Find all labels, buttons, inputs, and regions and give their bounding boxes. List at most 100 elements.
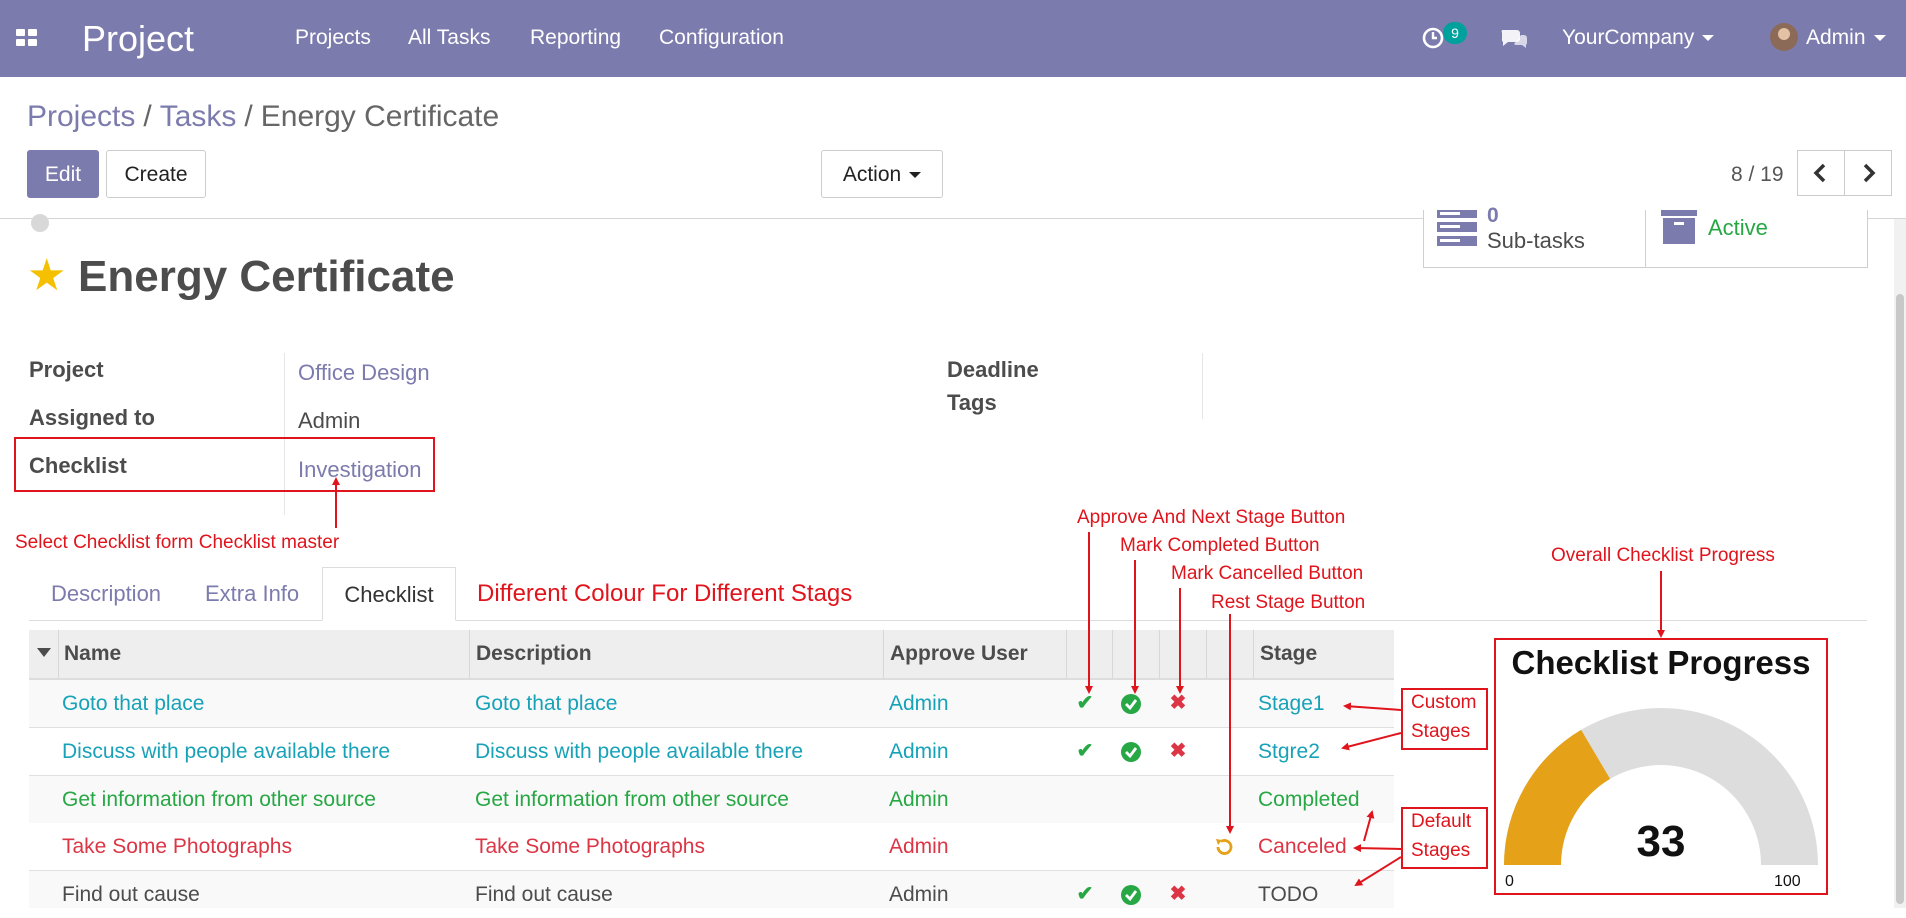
- user-menu[interactable]: Admin: [1806, 26, 1886, 50]
- row-name[interactable]: Get information from other source: [62, 776, 376, 823]
- user-name: Admin: [1806, 26, 1866, 49]
- table-row[interactable]: Find out cause Find out cause Admin ✔ ✖ …: [29, 871, 1394, 908]
- breadcrumb: Projects / Tasks / Energy Certificate: [27, 100, 499, 134]
- row-stage: Stgre2: [1258, 740, 1320, 763]
- action-label: Action: [842, 163, 902, 186]
- action-dropdown[interactable]: Action: [821, 150, 943, 198]
- column-separator: [58, 630, 59, 678]
- mark-completed-icon[interactable]: [1116, 871, 1146, 918]
- approve-next-icon[interactable]: ✔: [1070, 680, 1100, 727]
- avatar[interactable]: [1770, 23, 1798, 51]
- column-separator: [883, 630, 884, 678]
- scrollbar-thumb[interactable]: [1896, 294, 1904, 904]
- column-approve-user[interactable]: Approve User: [890, 630, 1028, 678]
- favorite-star-icon[interactable]: ★: [27, 254, 66, 298]
- vertical-scrollbar[interactable]: [1894, 219, 1906, 908]
- reset-stage-icon[interactable]: [1209, 823, 1239, 870]
- column-separator: [1253, 630, 1254, 678]
- breadcrumb-current: Energy Certificate: [260, 100, 500, 133]
- caret-down-icon[interactable]: [37, 648, 51, 658]
- annotation-select-checklist: Select Checklist form Checklist master: [15, 532, 340, 553]
- chat-bubbles-icon[interactable]: [1500, 27, 1528, 49]
- apps-grid-icon[interactable]: [16, 29, 38, 47]
- gauge-max-label: 100: [1774, 873, 1801, 890]
- approve-next-icon[interactable]: ✔: [1070, 728, 1100, 775]
- row-description[interactable]: Find out cause: [475, 871, 613, 918]
- subtasks-smart-button[interactable]: 0 Sub-tasks: [1423, 204, 1646, 268]
- company-switcher[interactable]: YourCompany: [1562, 26, 1715, 50]
- column-separator: [1066, 630, 1067, 678]
- row-description[interactable]: Take Some Photographs: [475, 823, 705, 870]
- tags-label: Tags: [947, 390, 997, 415]
- chevron-down-icon: [909, 172, 922, 179]
- subtasks-label: Sub-tasks: [1487, 228, 1585, 253]
- chevron-right-icon: [1863, 163, 1876, 183]
- column-stage[interactable]: Stage: [1260, 630, 1317, 678]
- column-description[interactable]: Description: [476, 630, 592, 678]
- row-name[interactable]: Goto that place: [62, 680, 204, 727]
- assigned-to-label: Assigned to: [29, 405, 155, 430]
- control-panel: Projects / Tasks / Energy Certificate: [0, 77, 1906, 219]
- menu-all-tasks[interactable]: All Tasks: [408, 26, 490, 50]
- assigned-to-value[interactable]: Admin: [298, 408, 360, 434]
- table-row[interactable]: Discuss with people available there Disc…: [29, 728, 1394, 776]
- menu-reporting[interactable]: Reporting: [530, 26, 621, 50]
- annotation-mark-completed: Mark Completed Button: [1120, 535, 1320, 556]
- menu-projects[interactable]: Projects: [295, 26, 371, 50]
- table-row[interactable]: Take Some Photographs Take Some Photogra…: [29, 823, 1394, 871]
- mark-completed-icon[interactable]: [1116, 680, 1146, 727]
- annotation-custom-line1: Custom: [1411, 692, 1477, 713]
- annotation-approve-next: Approve And Next Stage Button: [1077, 507, 1346, 528]
- approve-next-icon[interactable]: ✔: [1070, 871, 1100, 918]
- mark-cancelled-icon[interactable]: ✖: [1163, 728, 1193, 775]
- tab-checklist[interactable]: Checklist: [322, 567, 456, 621]
- column-name[interactable]: Name: [64, 630, 121, 678]
- chevron-down-icon: [1702, 35, 1715, 42]
- create-button[interactable]: Create: [106, 150, 206, 198]
- top-navbar: Project Projects All Tasks Reporting Con…: [0, 0, 1906, 77]
- task-title: Energy Certificate: [78, 252, 455, 301]
- row-approve-user[interactable]: Admin: [889, 776, 949, 823]
- breadcrumb-tasks[interactable]: Tasks: [160, 100, 237, 133]
- company-name: YourCompany: [1562, 26, 1695, 49]
- gauge-min-label: 0: [1505, 873, 1514, 890]
- column-separator: [1112, 630, 1113, 678]
- deadline-label: Deadline: [947, 357, 1039, 382]
- row-description[interactable]: Get information from other source: [475, 776, 789, 823]
- activity-clock-icon[interactable]: [1422, 27, 1444, 49]
- annotation-mark-cancelled: Mark Cancelled Button: [1171, 563, 1364, 584]
- edit-button[interactable]: Edit: [27, 150, 99, 198]
- mark-completed-icon[interactable]: [1116, 728, 1146, 775]
- column-separator: [1159, 630, 1160, 678]
- column-separator: [469, 630, 470, 678]
- row-approve-user[interactable]: Admin: [889, 871, 949, 918]
- row-name[interactable]: Discuss with people available there: [62, 728, 390, 775]
- row-approve-user[interactable]: Admin: [889, 728, 949, 775]
- project-value-link[interactable]: Office Design: [298, 360, 430, 386]
- row-approve-user[interactable]: Admin: [889, 823, 949, 870]
- field-divider: [1202, 353, 1203, 419]
- tab-description[interactable]: Description: [51, 567, 161, 621]
- table-row[interactable]: Goto that place Goto that place Admin ✔ …: [29, 680, 1394, 728]
- row-approve-user[interactable]: Admin: [889, 680, 949, 727]
- archive-icon: [1661, 210, 1697, 244]
- pager-previous-button[interactable]: [1797, 150, 1845, 196]
- kanban-state-dot[interactable]: [31, 214, 49, 232]
- row-name[interactable]: Find out cause: [62, 871, 200, 918]
- active-toggle-button[interactable]: Active: [1645, 210, 1868, 268]
- pager-value: 8 / 19: [1731, 163, 1784, 186]
- mark-cancelled-icon[interactable]: ✖: [1163, 680, 1193, 727]
- table-row[interactable]: Get information from other source Get in…: [29, 776, 1394, 824]
- menu-configuration[interactable]: Configuration: [659, 26, 784, 50]
- subtasks-count: 0: [1487, 204, 1499, 227]
- row-stage: TODO: [1258, 883, 1319, 906]
- annotation-rest-stage: Rest Stage Button: [1211, 592, 1366, 613]
- row-name[interactable]: Take Some Photographs: [62, 823, 292, 870]
- row-description[interactable]: Goto that place: [475, 680, 617, 727]
- tab-extra-info[interactable]: Extra Info: [205, 567, 299, 621]
- breadcrumb-projects[interactable]: Projects: [27, 100, 135, 133]
- pager-next-button[interactable]: [1844, 150, 1892, 196]
- default-stages-box: Default Stages: [1401, 807, 1488, 869]
- mark-cancelled-icon[interactable]: ✖: [1163, 871, 1193, 918]
- row-description[interactable]: Discuss with people available there: [475, 728, 803, 775]
